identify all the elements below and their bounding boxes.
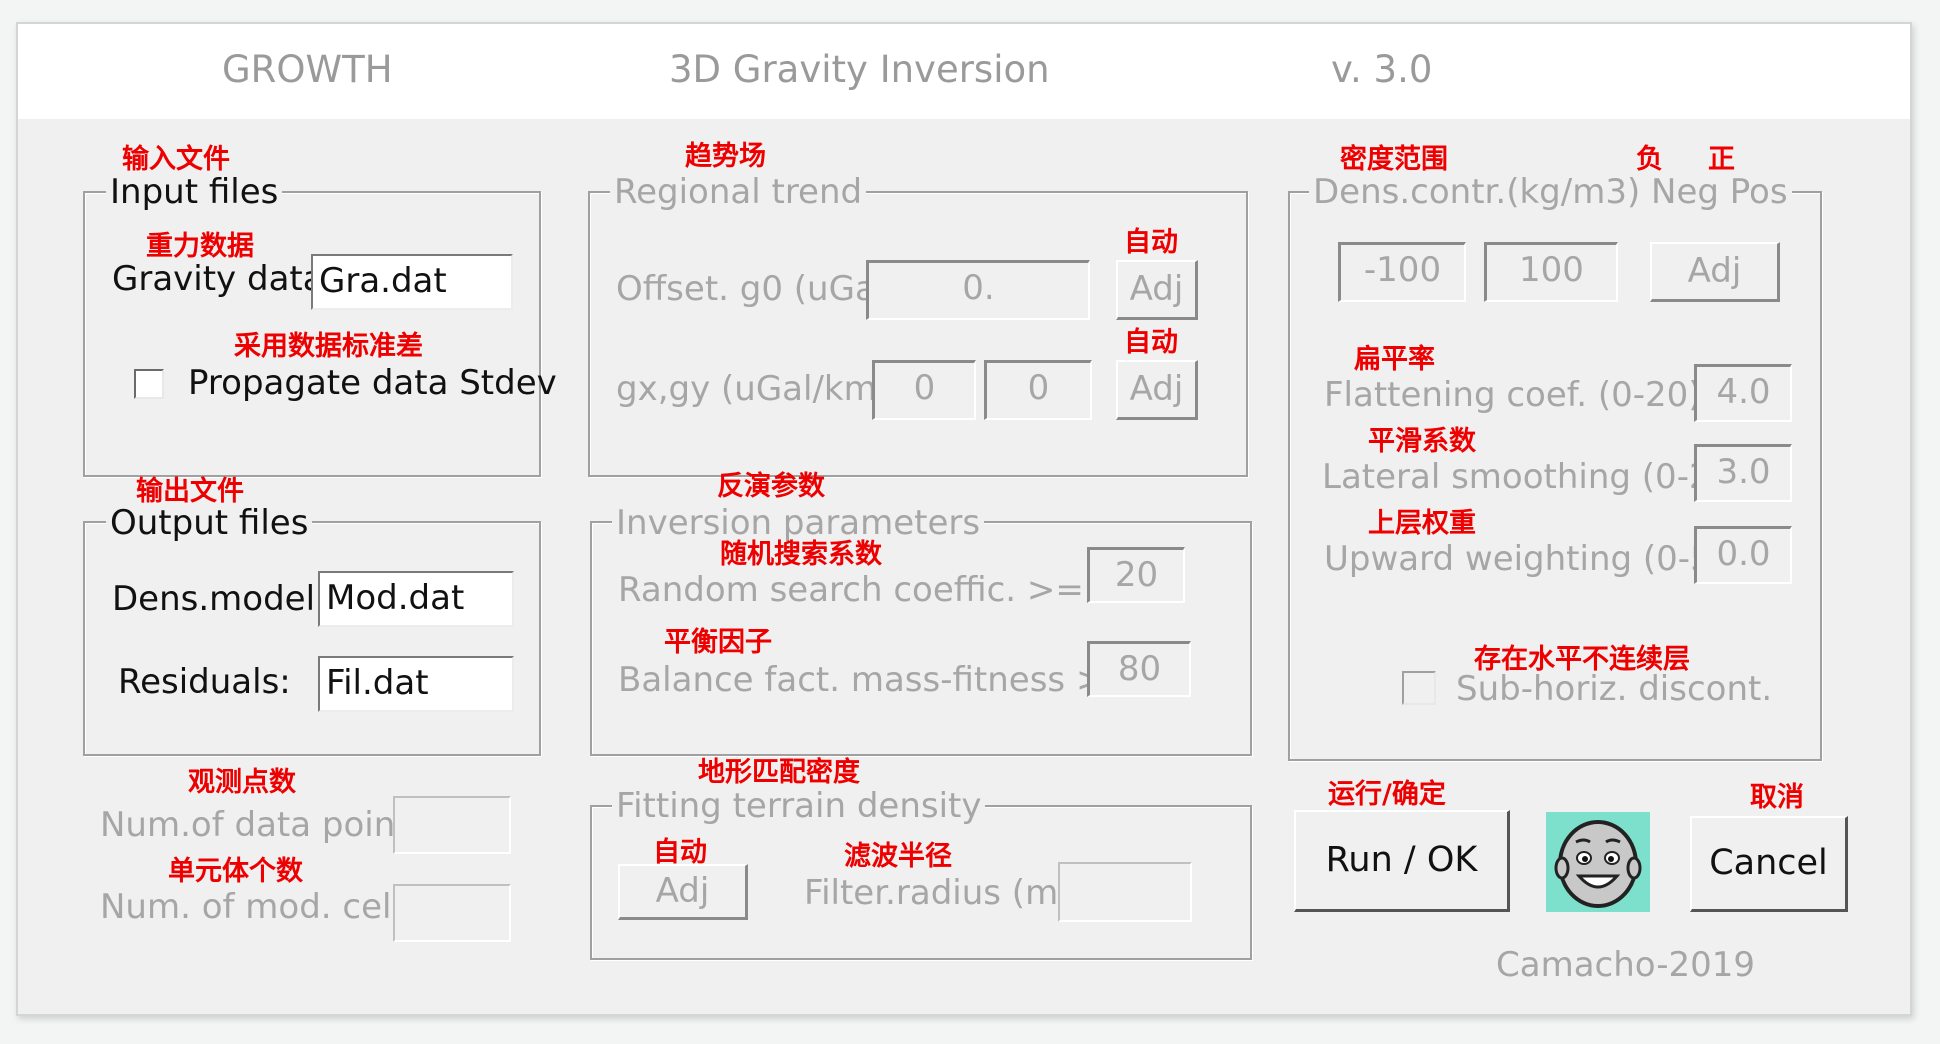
output-files-legend: Output files [106, 503, 313, 543]
num-cells-label: Num. of mod. cells: [100, 887, 431, 927]
stdev-cn: 采用数据标准差 [234, 331, 423, 362]
balance-factor-label: Balance fact. mass-fitness >0 : [618, 660, 1149, 700]
filter-radius-label: Filter.radius (m): [804, 873, 1083, 913]
gradient-label: gx,gy (uGal/km) [616, 369, 890, 409]
gravity-data-label: Gravity data: [112, 259, 336, 299]
density-contrast-legend: Dens.contr.(kg/m3) Neg Pos [1309, 172, 1792, 212]
gradient-adj-button[interactable]: Adj [1116, 360, 1198, 420]
run-ok-cn: 运行/确定 [1328, 779, 1446, 810]
flattening-label: Flattening coef. (0-20) [1324, 375, 1702, 415]
num-cells-cn: 单元体个数 [168, 856, 303, 887]
title-bar: GROWTH 3D Gravity Inversion v. 3.0 [18, 24, 1910, 119]
random-search-input[interactable]: 20 [1087, 547, 1185, 603]
num-cells-field [393, 884, 511, 942]
propagate-stdev-checkbox[interactable] [134, 369, 164, 399]
cancel-button[interactable]: Cancel [1690, 816, 1848, 912]
auto-cn-1: 自动 [1124, 227, 1178, 258]
neg-density-input[interactable]: -100 [1338, 242, 1466, 302]
smoothing-label: Lateral smoothing (0-20) [1322, 457, 1746, 497]
flattening-cn: 扁平率 [1354, 344, 1435, 375]
cancel-cn: 取消 [1750, 782, 1804, 813]
num-points-label: Num.of data points: [100, 805, 438, 845]
gy-input[interactable]: 0 [984, 360, 1092, 420]
offset-input[interactable]: 0. [866, 260, 1090, 320]
random-search-label: Random search coeffic. >=1 [618, 570, 1106, 610]
inversion-params-legend: Inversion parameters [612, 503, 985, 543]
pos-density-input[interactable]: 100 [1484, 242, 1618, 302]
gravity-data-input[interactable]: Gra.dat [311, 254, 513, 310]
auto-cn-2: 自动 [1124, 327, 1178, 358]
propagate-stdev-label: Propagate data Stdev [188, 363, 557, 403]
credit-label: Camacho-2019 [1496, 945, 1756, 985]
random-search-cn: 随机搜索系数 [720, 539, 882, 570]
smoothing-input[interactable]: 3.0 [1694, 444, 1792, 502]
balance-factor-input[interactable]: 80 [1087, 641, 1191, 697]
num-points-field [393, 796, 511, 854]
offset-label: Offset. g0 (uGal) [616, 269, 899, 309]
filter-radius-cn: 滤波半径 [844, 841, 952, 872]
upward-weighting-input[interactable]: 0.0 [1694, 526, 1792, 584]
smoothing-cn: 平滑系数 [1368, 426, 1476, 457]
input-files-legend: Input files [106, 172, 283, 212]
run-ok-button[interactable]: Run / OK [1294, 810, 1510, 912]
inversion-params-cn: 反演参数 [717, 471, 825, 502]
flattening-input[interactable]: 4.0 [1694, 364, 1792, 422]
upward-weighting-label: Upward weighting (0-5) [1324, 539, 1725, 579]
terrain-density-legend: Fitting terrain density [612, 786, 986, 826]
regional-trend-cn: 趋势场 [685, 141, 766, 172]
terrain-adj-button[interactable]: Adj [618, 864, 748, 920]
balance-factor-cn: 平衡因子 [664, 627, 772, 658]
dens-model-input[interactable]: Mod.dat [318, 571, 514, 627]
discontinuity-label: Sub-horiz. discont. [1456, 669, 1773, 709]
terrain-density-cn: 地形匹配密度 [698, 757, 860, 788]
residuals-label: Residuals: [118, 662, 291, 702]
upward-weighting-cn: 上层权重 [1368, 508, 1476, 539]
growth-dialog: GROWTH 3D Gravity Inversion v. 3.0 输入文件 … [16, 22, 1912, 1016]
dens-model-label: Dens.model: [112, 579, 327, 619]
smiley-face-icon [1546, 812, 1650, 912]
app-name: GROWTH [222, 48, 393, 91]
regional-trend-legend: Regional trend [610, 172, 867, 212]
num-points-cn: 观测点数 [188, 767, 296, 798]
discontinuity-checkbox[interactable] [1402, 671, 1436, 705]
app-version: v. 3.0 [1331, 48, 1433, 91]
residuals-input[interactable]: Fil.dat [318, 656, 514, 712]
app-subtitle: 3D Gravity Inversion [669, 48, 1050, 91]
filter-radius-input[interactable] [1058, 862, 1192, 922]
offset-adj-button[interactable]: Adj [1116, 260, 1198, 320]
output-files-group [83, 521, 541, 756]
gx-input[interactable]: 0 [872, 360, 976, 420]
density-adj-button[interactable]: Adj [1650, 242, 1780, 302]
